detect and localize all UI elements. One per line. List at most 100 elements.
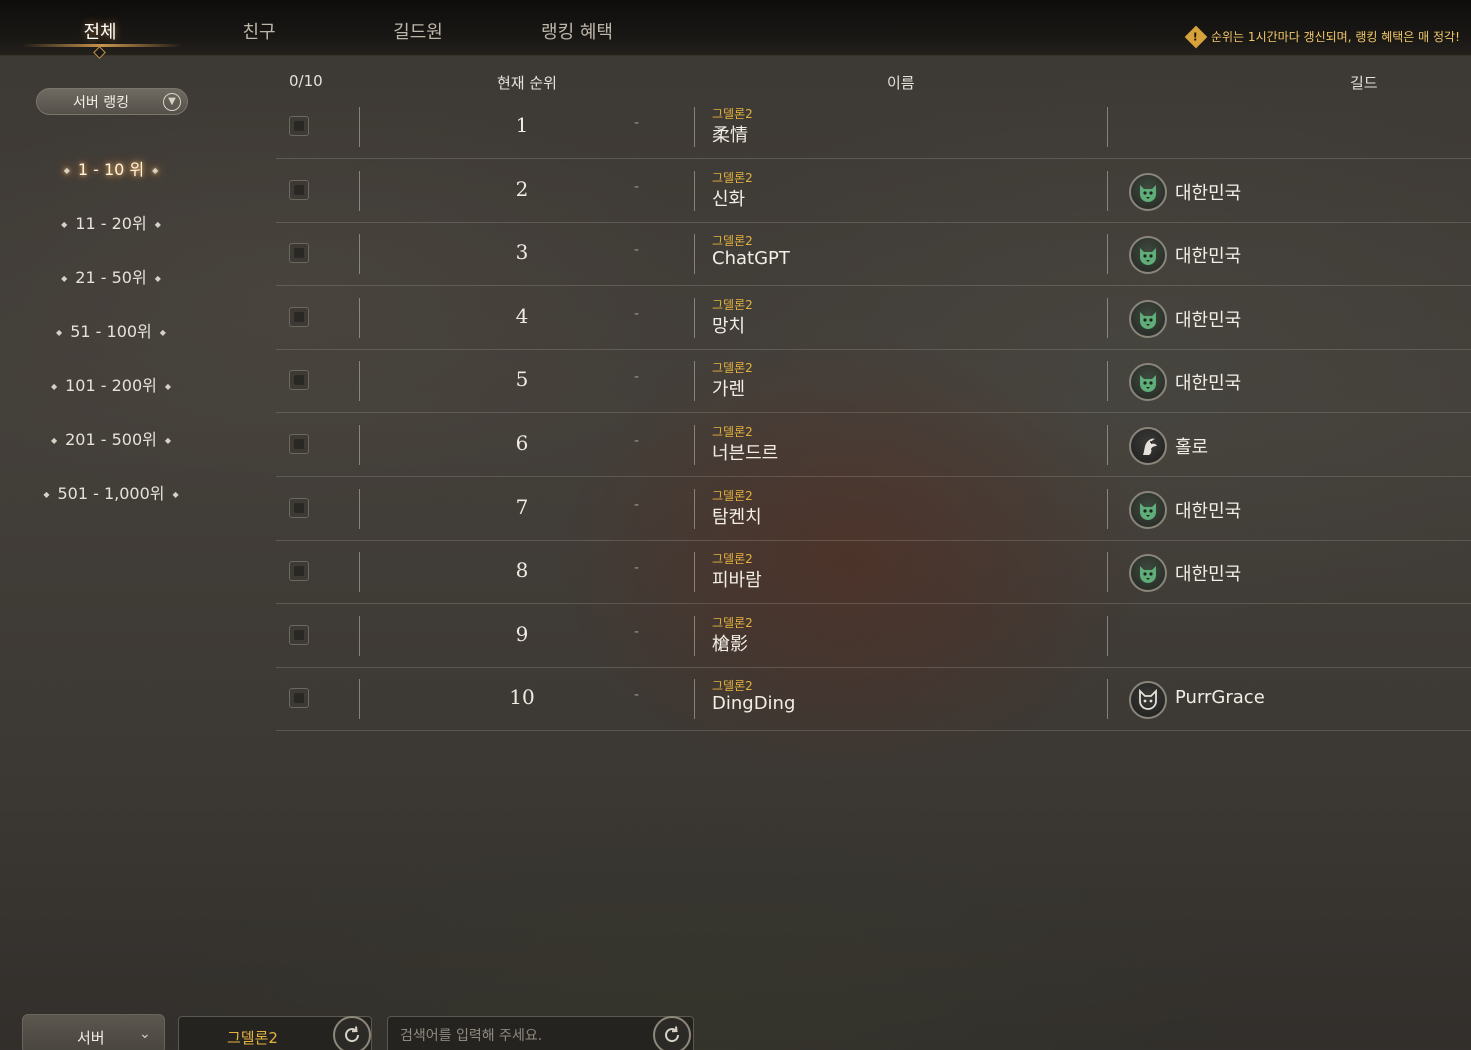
search-input[interactable] — [400, 1025, 650, 1047]
rank-range-label: 21 - 50위 — [75, 268, 147, 287]
column-divider — [1107, 552, 1108, 593]
search-refresh-button[interactable] — [653, 1016, 691, 1050]
table-row[interactable]: 3 - 그델론2 ChatGPT 대한민국 — [276, 222, 1471, 287]
row-checkbox[interactable] — [289, 688, 309, 709]
column-divider — [694, 297, 695, 338]
guild-name[interactable]: 대한민국 — [1175, 560, 1241, 586]
rank-range-item[interactable]: ◆ 101 - 200위 ◆ — [0, 372, 222, 396]
row-checkbox[interactable] — [289, 370, 309, 391]
table-row[interactable]: 10 - 그델론2 DingDing PurrGrace — [276, 667, 1471, 732]
tiger-icon — [1129, 490, 1167, 529]
rank-change: - — [634, 433, 640, 449]
chevron-down-icon: ⌄ — [139, 1026, 151, 1042]
guild-header: 길드 — [1350, 74, 1378, 92]
tiger-icon — [1129, 236, 1167, 275]
column-divider — [359, 361, 360, 402]
guild-name[interactable]: 대한민국 — [1175, 369, 1241, 395]
column-divider — [359, 425, 360, 465]
column-divider — [359, 679, 360, 720]
guild-name[interactable]: 대한민국 — [1175, 497, 1241, 523]
server-tag: 그델론2 — [712, 425, 753, 439]
column-divider — [694, 361, 695, 402]
tab-ranking-rewards[interactable]: 랭킹 혜택 — [517, 18, 637, 44]
row-checkbox[interactable] — [289, 434, 309, 454]
player-name[interactable]: 탐켄치 — [712, 503, 762, 529]
rank-range-item[interactable]: ◆ 501 - 1,000위 ◆ — [0, 480, 222, 504]
tab-guild-members[interactable]: 길드원 — [358, 18, 478, 44]
diamond-bullet-icon: ◆ — [61, 220, 68, 229]
table-row[interactable]: 5 - 그델론2 가렌 대한민국 — [276, 349, 1471, 414]
server-tag: 그델론2 — [712, 552, 753, 567]
row-checkbox[interactable] — [289, 497, 309, 518]
rank-change: - — [634, 623, 640, 640]
rank-range-item[interactable]: ◆ 51 - 100위 ◆ — [0, 318, 222, 342]
diamond-bullet-icon: ◆ — [43, 490, 50, 499]
column-divider — [359, 615, 360, 656]
column-divider — [694, 679, 695, 720]
rank-change: - — [634, 369, 640, 386]
table-row[interactable]: 6 - 그델론2 너븐드르 홀로 — [276, 413, 1471, 477]
column-divider — [694, 615, 695, 656]
tiger-icon — [1129, 554, 1167, 593]
rank-range-item[interactable]: ◆ 1 - 10 위 ◆ — [0, 156, 222, 180]
row-checkbox[interactable] — [289, 561, 309, 582]
rank-range-label: 51 - 100위 — [70, 322, 152, 341]
table-row[interactable]: 9 - 그델론2 槍影 — [276, 604, 1471, 668]
realm-refresh-button[interactable] — [333, 1016, 371, 1050]
table-row[interactable]: 4 - 그델론2 망치 대한민국 — [276, 286, 1471, 350]
guild-name[interactable]: 대한민국 — [1175, 179, 1241, 205]
player-name[interactable]: 피바람 — [712, 566, 762, 592]
tiger-icon — [1129, 363, 1167, 402]
guild-name[interactable]: PurrGrace — [1175, 687, 1265, 708]
player-name[interactable]: 신화 — [712, 185, 745, 211]
player-name[interactable]: DingDing — [712, 693, 795, 714]
rank-number: 8 — [515, 558, 529, 583]
rank-number: 7 — [515, 494, 529, 519]
diamond-bullet-icon: ◆ — [63, 166, 70, 175]
player-name[interactable]: 너븐드르 — [712, 439, 778, 465]
guild-name[interactable]: 대한민국 — [1175, 306, 1241, 332]
rank-range-item[interactable]: ◆ 201 - 500위 ◆ — [0, 426, 222, 450]
server-ranking-dropdown[interactable]: 서버 랭킹 ▼ — [36, 88, 188, 115]
player-name[interactable]: 柔情 — [712, 121, 748, 147]
diamond-bullet-icon: ◆ — [50, 382, 58, 391]
player-name[interactable]: 槍影 — [712, 630, 748, 656]
rank-range-item[interactable]: ◆ 21 - 50위 ◆ — [0, 264, 222, 288]
rank-number: 9 — [515, 621, 529, 646]
table-row[interactable]: 8 - 그델론2 피바람 대한민국 — [276, 540, 1471, 605]
tab-all[interactable]: 전체 — [40, 18, 160, 44]
row-checkbox[interactable] — [289, 243, 309, 264]
rank-range-item[interactable]: ◆ 11 - 20위 ◆ — [0, 210, 222, 234]
row-checkbox[interactable] — [289, 624, 309, 645]
rank-change: - — [634, 496, 640, 513]
row-checkbox[interactable] — [289, 306, 309, 327]
player-name[interactable]: ChatGPT — [712, 248, 790, 269]
server-tag: 그델론2 — [712, 488, 753, 503]
row-checkbox[interactable] — [289, 116, 309, 136]
rank-header: 현재 순위 — [497, 74, 557, 92]
update-notice: ! 순위는 1시간마다 갱신되며, 랭킹 혜택은 매 정각! — [1184, 25, 1460, 48]
column-divider — [1107, 615, 1108, 656]
rank-change: - — [634, 115, 640, 131]
guild-name[interactable]: 홀로 — [1175, 433, 1208, 459]
dragon-icon — [1129, 427, 1167, 465]
table-row[interactable]: 1 - 그델론2 柔情 — [276, 95, 1471, 159]
column-divider — [694, 170, 695, 211]
tab-friends[interactable]: 친구 — [199, 18, 319, 44]
rank-range-label: 1 - 10 위 — [77, 160, 145, 179]
rank-number: 1 — [515, 113, 529, 137]
rank-number: 5 — [515, 367, 529, 392]
server-select[interactable]: 서버 ⌄ — [22, 1014, 165, 1050]
rank-range-label: 501 - 1,000위 — [57, 484, 165, 503]
row-checkbox[interactable] — [289, 179, 309, 200]
table-row[interactable]: 2 - 그델론2 신화 대한민국 — [276, 159, 1471, 223]
table-row[interactable]: 7 - 그델론2 탐켄치 대한민국 — [276, 477, 1471, 541]
search-box — [387, 1016, 694, 1050]
column-divider — [359, 234, 360, 275]
player-name[interactable]: 가렌 — [712, 375, 745, 401]
tiger-icon — [1129, 172, 1167, 211]
guild-name[interactable]: 대한민국 — [1175, 242, 1241, 268]
column-divider — [359, 297, 360, 338]
active-tab-indicator — [22, 44, 182, 47]
player-name[interactable]: 망치 — [712, 312, 745, 338]
